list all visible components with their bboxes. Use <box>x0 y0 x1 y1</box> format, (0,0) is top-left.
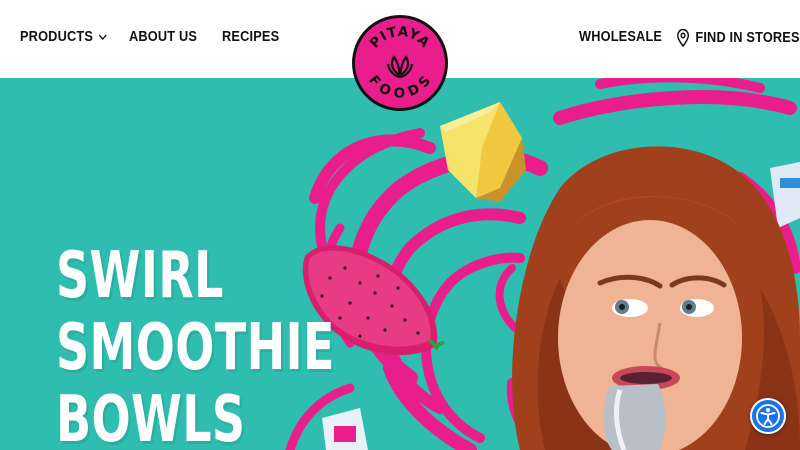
nav-wholesale[interactable]: WHOLESALE <box>579 29 662 45</box>
headline-line-1: SWIRL <box>56 239 224 313</box>
headline-line-2: SMOOTHIE <box>56 311 335 385</box>
accessibility-icon <box>756 404 780 428</box>
nav-about-us[interactable]: ABOUT US <box>129 29 197 45</box>
dragonfruit-icon <box>386 55 414 79</box>
nav-find-in-stores[interactable]: FIND IN STORES <box>676 29 800 47</box>
chevron-down-icon <box>98 34 107 41</box>
logo-mark: PITAYA FOODS <box>365 24 434 102</box>
logo-top-text: PITAYA <box>367 24 433 52</box>
hero-headline: SWIRL SMOOTHIE BOWLS <box>56 240 443 450</box>
nav-products[interactable]: PRODUCTS <box>20 29 107 45</box>
map-pin-icon <box>677 29 690 47</box>
accessibility-button[interactable] <box>750 398 786 434</box>
pineapple-chunk-image <box>440 102 526 202</box>
hero-banner: SWIRL SMOOTHIE BOWLS <box>0 78 800 450</box>
nav-find-in-stores-label: FIND IN STORES <box>695 30 800 46</box>
headline-line-3: BOWLS <box>56 383 246 450</box>
nav-recipes[interactable]: RECIPES <box>222 29 279 45</box>
nav-products-label: PRODUCTS <box>20 29 94 45</box>
pitaya-foods-logo[interactable]: PITAYA FOODS <box>352 15 448 111</box>
